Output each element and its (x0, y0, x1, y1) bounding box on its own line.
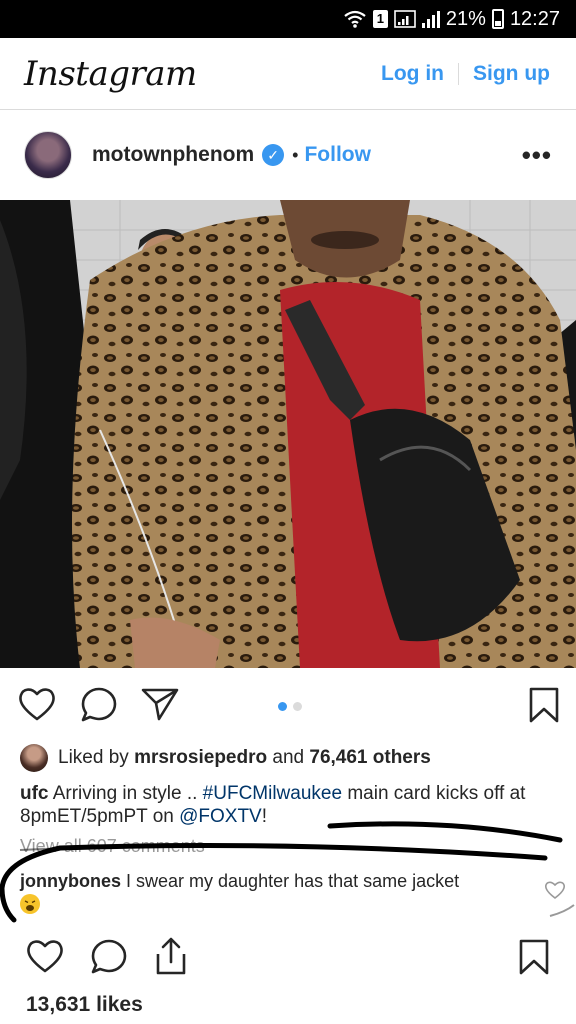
likes-count[interactable]: 13,631 likes (26, 993, 143, 1017)
sim-badge: 1 (372, 10, 388, 28)
save-bookmark-icon[interactable] (528, 686, 560, 724)
divider (458, 62, 459, 85)
like-heart-icon[interactable] (18, 686, 56, 722)
share-direct-icon[interactable] (140, 686, 180, 722)
liker-username[interactable]: mrsrosiepedro (134, 747, 267, 769)
comment-text: I swear my daughter has that same jacket (121, 871, 460, 891)
post-caption: ufc Arriving in style .. #UFCMilwaukee m… (20, 782, 560, 828)
caption-text-3: ! (261, 806, 268, 827)
follow-button[interactable]: Follow (304, 143, 371, 167)
login-link[interactable]: Log in (381, 62, 444, 86)
signup-link[interactable]: Sign up (473, 62, 550, 86)
view-all-comments-link[interactable]: View all 607 comments (20, 836, 205, 857)
auth-links: Log in Sign up (381, 62, 550, 86)
avatar[interactable] (24, 131, 72, 179)
liker-avatar[interactable] (20, 744, 48, 772)
clock: 12:27 (509, 7, 560, 30)
post-photo[interactable] (0, 200, 576, 668)
battery-icon (491, 9, 504, 29)
signal-bars-icon (421, 10, 440, 28)
carousel-dot-active (278, 702, 287, 711)
comment-like-heart-icon[interactable] (544, 880, 566, 900)
caption-author[interactable]: ufc (20, 783, 49, 804)
liked-by-and: and (272, 747, 305, 768)
liked-by-line: Liked by mrsrosiepedro and 76,461 others (20, 744, 431, 772)
comment-bubble-icon[interactable] (90, 938, 128, 976)
caption-mention[interactable]: @FOXTV (179, 806, 262, 827)
comment-item: jonnybones I swear my daughter has that … (20, 870, 540, 915)
instagram-logo[interactable]: Instagram (24, 54, 197, 94)
comment-bubble-icon[interactable] (80, 686, 118, 724)
like-heart-icon[interactable] (26, 938, 64, 974)
cell-signal-icon (394, 10, 416, 28)
carousel-indicator (278, 702, 302, 711)
battery-percent: 21% (445, 7, 486, 30)
comment-author[interactable]: jonnybones (20, 871, 121, 891)
save-bookmark-icon[interactable] (518, 938, 550, 976)
verified-badge-icon: ✓ (262, 144, 285, 166)
share-icon[interactable] (152, 936, 190, 976)
caption-text-1: Arriving in style .. (48, 783, 203, 804)
top-nav: Instagram Log in Sign up (0, 38, 576, 110)
separator-dot: • (292, 144, 299, 165)
liked-by-prefix: Liked by (58, 747, 129, 768)
post-image (0, 200, 576, 668)
carousel-dot (293, 702, 302, 711)
weary-face-emoji-icon (20, 894, 40, 915)
liked-by-others[interactable]: 76,461 others (309, 747, 430, 769)
status-bar: 1 21% 12:27 (0, 0, 576, 38)
caption-hashtag[interactable]: #UFCMilwaukee (203, 783, 342, 804)
wifi-icon (344, 10, 366, 28)
post-username[interactable]: motownphenom (92, 143, 254, 167)
more-options-icon[interactable]: ••• (522, 140, 552, 171)
post-header: motownphenom ✓ • Follow ••• (0, 110, 576, 200)
